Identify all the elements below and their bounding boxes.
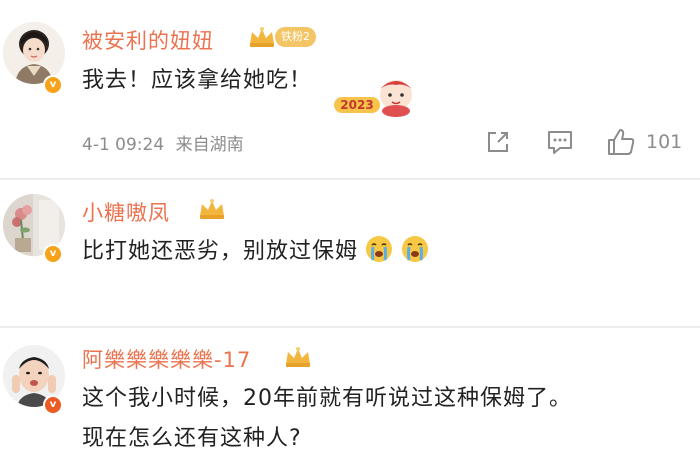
comment-icon — [548, 131, 572, 154]
source: 来自湖南 — [175, 135, 244, 155]
crying-emoji-icon — [366, 236, 393, 262]
verified-badge: v — [43, 395, 63, 415]
verified-badge: v — [43, 244, 63, 264]
crown-badge-icon — [286, 347, 310, 367]
comment-item: v 被安利的妞妞 铁粉2 我去！应该拿给她吃！ 2023 4-1 09:24 来… — [0, 0, 700, 178]
sticker-image: 2023 — [334, 80, 412, 117]
share-icon — [488, 132, 508, 152]
crown-badge-icon — [250, 27, 274, 47]
thumbs-up-icon — [608, 129, 635, 155]
comment-item: v 阿樂樂樂樂樂-17 这个我小时候，20年前就有听说过这种保姆了。 现在怎么还… — [0, 328, 700, 467]
comment-text-line: 现在怎么还有这种人? — [82, 426, 302, 451]
reply-button[interactable] — [545, 126, 575, 158]
crown-badge-icon — [200, 199, 224, 219]
like-button[interactable]: 101 — [606, 126, 682, 158]
crying-emoji-icon — [402, 236, 429, 262]
username[interactable]: 小糖嗷凤 — [82, 197, 170, 227]
comment-text: 我去！应该拿给她吃！ — [82, 68, 313, 93]
comment-list: v 被安利的妞妞 铁粉2 我去！应该拿给她吃！ 2023 4-1 09:24 来… — [0, 0, 700, 467]
like-count: 101 — [646, 131, 683, 153]
comment-meta: 4-1 09:24 来自湖南 — [82, 130, 244, 155]
username[interactable]: 被安利的妞妞 — [82, 25, 214, 55]
sticker-label: 2023 — [340, 98, 373, 112]
share-button[interactable] — [484, 126, 512, 158]
timestamp: 4-1 09:24 — [82, 135, 165, 155]
level-badge: 铁粉2 — [275, 27, 316, 47]
verified-badge: v — [43, 75, 63, 95]
comment-text-line: 这个我小时候，20年前就有听说过这种保姆了。 — [82, 386, 572, 411]
username[interactable]: 阿樂樂樂樂樂-17 — [82, 344, 251, 374]
comment-item: v 小糖嗷凤 比打她还恶劣，别放过保姆 — [0, 180, 700, 326]
comment-text-body: 比打她还恶劣，别放过保姆 — [82, 239, 359, 264]
comment-text: 比打她还恶劣，别放过保姆 — [82, 233, 430, 265]
